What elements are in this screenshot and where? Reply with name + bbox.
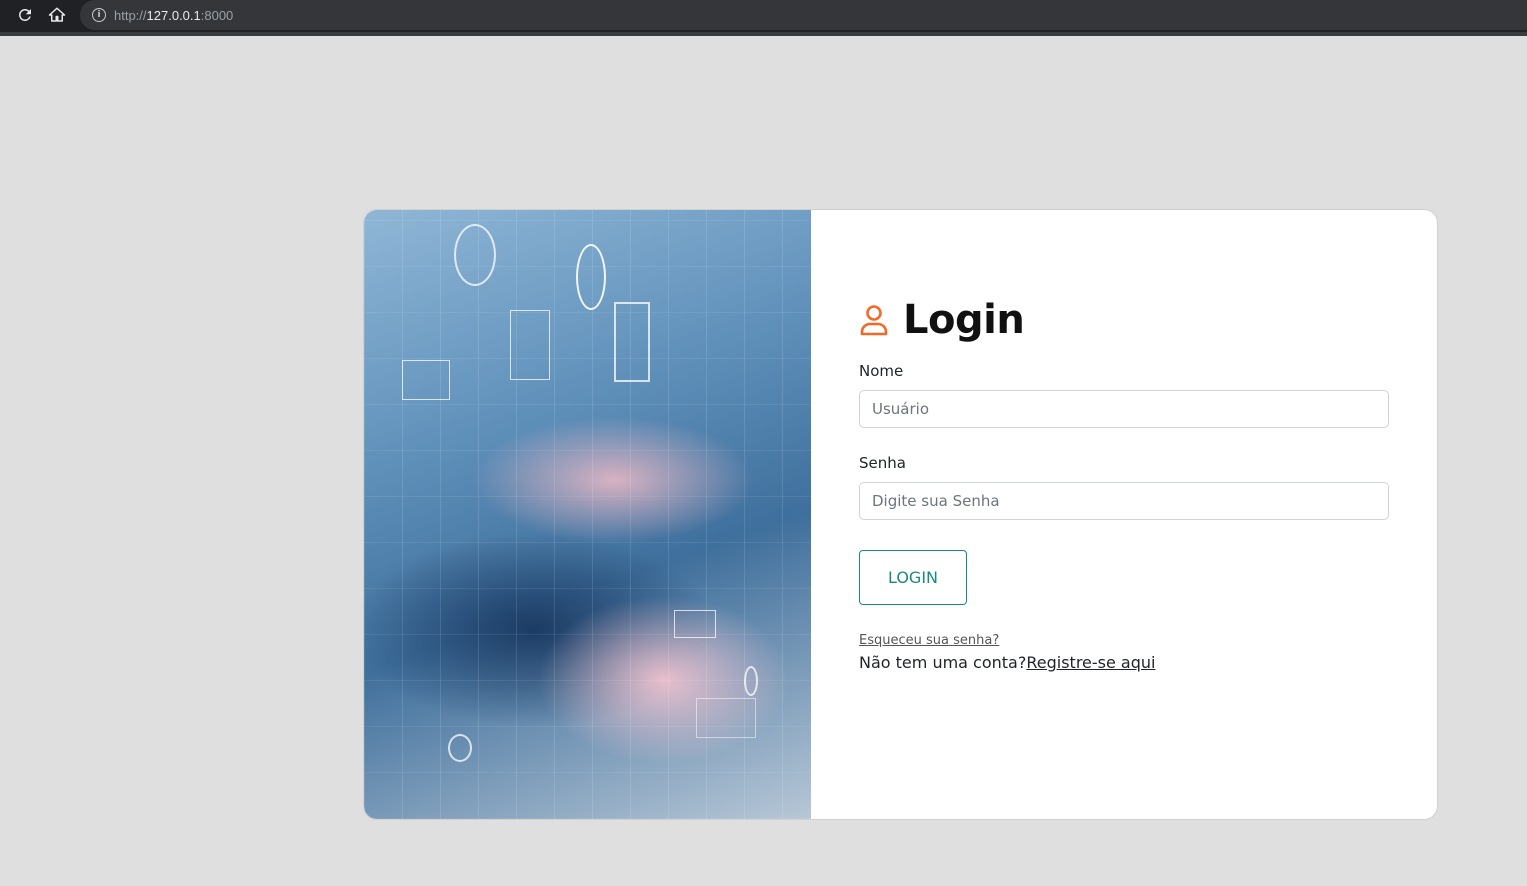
login-form: Login Nome Senha LOGIN Esqueceu sua senh… <box>811 210 1437 819</box>
login-button[interactable]: LOGIN <box>859 550 967 605</box>
browser-toolbar: i http://127.0.0.1:8000 <box>0 0 1527 36</box>
page-title: Login <box>903 297 1025 343</box>
info-icon[interactable]: i <box>92 8 106 22</box>
address-bar[interactable]: i http://127.0.0.1:8000 <box>80 0 1527 30</box>
signup-prompt: Não tem uma conta?Registre-se aqui <box>859 653 1389 672</box>
reload-icon[interactable] <box>14 4 36 26</box>
no-account-text: Não tem uma conta? <box>859 653 1027 672</box>
register-link[interactable]: Registre-se aqui <box>1026 653 1155 672</box>
username-input[interactable] <box>859 390 1389 428</box>
password-label: Senha <box>859 454 906 472</box>
user-icon <box>860 305 888 336</box>
login-card: Login Nome Senha LOGIN Esqueceu sua senh… <box>363 209 1438 820</box>
forgot-password-link[interactable]: Esqueceu sua senha? <box>859 633 999 648</box>
url-text: http://127.0.0.1:8000 <box>114 7 234 23</box>
password-input[interactable] <box>859 482 1389 520</box>
username-label: Nome <box>859 362 904 380</box>
home-icon[interactable] <box>46 4 68 26</box>
hero-image <box>364 210 811 819</box>
